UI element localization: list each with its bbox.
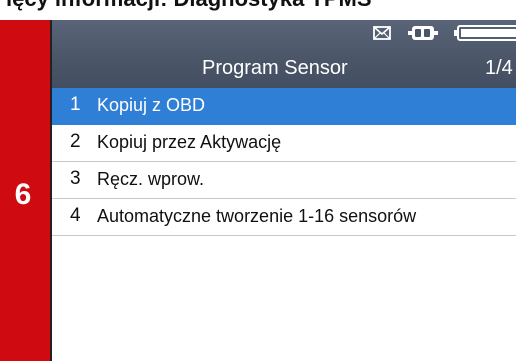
status-icons: [368, 24, 516, 44]
menu-item-number: 1: [70, 94, 81, 115]
menu-item-label: Automatyczne tworzenie 1-16 sensorów: [97, 206, 417, 226]
menu-item-label: Ręcz. wprow.: [97, 169, 205, 189]
page-title: Program Sensor: [202, 57, 348, 79]
menu-item-manual-input[interactable]: 3 Ręcz. wprow.: [52, 162, 516, 199]
device-screen: Program Sensor 1/4 1 Kopiuj z OBD 2 Kopi…: [50, 20, 516, 361]
step-tab: 6: [0, 20, 50, 361]
menu-item-number: 4: [70, 205, 81, 226]
menu-item-label: Kopiuj z OBD: [97, 95, 206, 115]
menu-item-number: 2: [70, 131, 81, 152]
mail-icon: [373, 26, 391, 40]
menu-list: 1 Kopiuj z OBD 2 Kopiuj przez Aktywację …: [52, 88, 516, 236]
battery-icon: [454, 25, 516, 41]
menu-item-label: Kopiuj przez Aktywację: [97, 132, 282, 152]
cropped-caption: ięcy informacji: Diagnostyka TPMS: [0, 0, 516, 20]
page-indicator: 1/4: [485, 57, 513, 79]
menu-item-copy-by-activation[interactable]: 2 Kopiuj przez Aktywację: [52, 125, 516, 162]
caption-text: ięcy informacji: Diagnostyka TPMS: [6, 0, 372, 12]
menu-item-auto-create[interactable]: 4 Automatyczne tworzenie 1-16 sensorów: [52, 199, 516, 236]
menu-item-copy-from-obd[interactable]: 1 Kopiuj z OBD: [52, 88, 516, 125]
menu-item-number: 3: [70, 168, 81, 189]
step-number: 6: [14, 178, 32, 211]
vehicle-connection-icon: [408, 26, 438, 40]
title-bar: Program Sensor 1/4: [52, 20, 516, 88]
